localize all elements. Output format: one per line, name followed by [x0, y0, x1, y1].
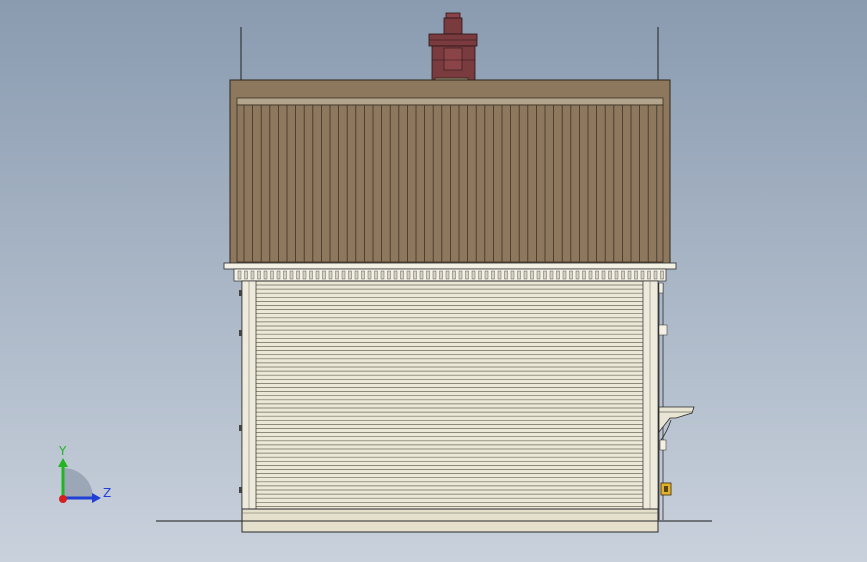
z-axis-label: Z	[103, 486, 111, 500]
dentil	[491, 270, 495, 280]
dentil	[510, 270, 515, 280]
dentil	[478, 270, 482, 280]
dentil	[614, 270, 619, 280]
dentil	[569, 270, 573, 280]
dentil	[484, 270, 489, 280]
dentil	[322, 270, 326, 280]
dentil	[543, 270, 547, 280]
dentil	[536, 270, 541, 280]
house-elevation-drawing: Y Z	[58, 12, 712, 533]
dentil	[439, 270, 443, 280]
dentil	[354, 270, 359, 280]
dentil	[270, 270, 274, 280]
dentil	[458, 270, 463, 280]
dentil	[517, 270, 521, 280]
dentil	[263, 270, 268, 280]
dentil	[400, 270, 404, 280]
y-axis-arrowhead	[58, 458, 68, 467]
dentil	[250, 270, 255, 280]
dentil	[445, 270, 450, 280]
dentil	[302, 270, 307, 280]
dentil	[575, 270, 580, 280]
dentil	[588, 270, 593, 280]
dentil	[380, 270, 385, 280]
dentil	[627, 270, 632, 280]
dentil	[562, 270, 567, 280]
y-axis-label: Y	[58, 444, 67, 458]
porch-side-details	[658, 282, 695, 520]
dentil	[237, 270, 242, 280]
dentil	[549, 270, 554, 280]
dentil	[653, 270, 658, 280]
dentil	[471, 270, 476, 280]
dentil	[309, 270, 313, 280]
dentil	[595, 270, 599, 280]
siding-wall	[241, 280, 659, 510]
dentil	[257, 270, 261, 280]
dentil	[523, 270, 528, 280]
foundation	[241, 508, 659, 533]
dentil	[341, 270, 346, 280]
dentil	[283, 270, 287, 280]
dentil	[556, 270, 560, 280]
roof	[229, 79, 671, 267]
dentil	[497, 270, 502, 280]
dentil	[348, 270, 352, 280]
dentil	[452, 270, 456, 280]
dentil	[660, 270, 664, 280]
dentil	[296, 270, 300, 280]
dentil	[374, 270, 378, 280]
dentil	[315, 270, 320, 280]
coordinate-triad: Y Z	[58, 444, 111, 503]
dentil	[328, 270, 333, 280]
dentil	[640, 270, 645, 280]
triad-quadrant	[63, 468, 93, 498]
dentil	[465, 270, 469, 280]
dentil	[530, 270, 534, 280]
dentil	[426, 270, 430, 280]
dentil	[413, 270, 417, 280]
dentil	[289, 270, 294, 280]
z-axis-arrowhead	[92, 493, 101, 503]
dentil	[419, 270, 424, 280]
cad-viewport[interactable]: Y Z	[0, 0, 867, 562]
dentil	[621, 270, 625, 280]
dentil	[582, 270, 586, 280]
dentil	[647, 270, 651, 280]
dentil	[601, 270, 606, 280]
dentil	[244, 270, 248, 280]
dentil	[387, 270, 391, 280]
dentil	[432, 270, 437, 280]
eave-fascia	[223, 262, 677, 282]
dentil	[504, 270, 508, 280]
dentil	[608, 270, 612, 280]
x-axis-dot	[59, 495, 67, 503]
dentil	[367, 270, 372, 280]
dentil	[393, 270, 398, 280]
dentil	[335, 270, 339, 280]
dentil	[276, 270, 281, 280]
dentil	[634, 270, 638, 280]
dentil	[361, 270, 365, 280]
dentil	[406, 270, 411, 280]
